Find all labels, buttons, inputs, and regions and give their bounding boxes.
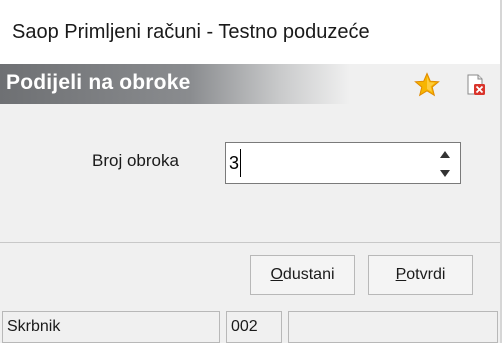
- close-document-icon[interactable]: [465, 74, 487, 96]
- installments-input[interactable]: [229, 149, 419, 177]
- cancel-button[interactable]: Odustani: [250, 255, 355, 295]
- window-title: Saop Primljeni računi - Testno poduzeće: [0, 0, 502, 64]
- divider: [0, 242, 500, 243]
- status-user: Skrbnik: [2, 311, 220, 343]
- stepper-down-icon[interactable]: [434, 164, 456, 182]
- stepper-up-icon[interactable]: [434, 145, 456, 163]
- status-code: 002: [226, 311, 282, 343]
- cancel-access-key: O: [270, 266, 283, 283]
- confirm-label-rest: otvrdi: [406, 266, 446, 283]
- status-extra: [288, 311, 498, 343]
- form-area: Broj obroka: [0, 104, 500, 242]
- confirm-button[interactable]: Potvrdi: [368, 255, 473, 295]
- installments-label: Broj obroka: [92, 151, 179, 170]
- installments-stepper[interactable]: [225, 142, 461, 184]
- panel-title: Podijeli na obroke: [6, 71, 191, 94]
- status-bar: Skrbnik 002: [0, 306, 500, 343]
- text-caret: [240, 149, 241, 177]
- star-icon[interactable]: [414, 72, 440, 98]
- panel-header: Podijeli na obroke: [0, 64, 500, 104]
- cancel-label-rest: dustani: [282, 266, 335, 283]
- confirm-access-key: P: [395, 266, 407, 283]
